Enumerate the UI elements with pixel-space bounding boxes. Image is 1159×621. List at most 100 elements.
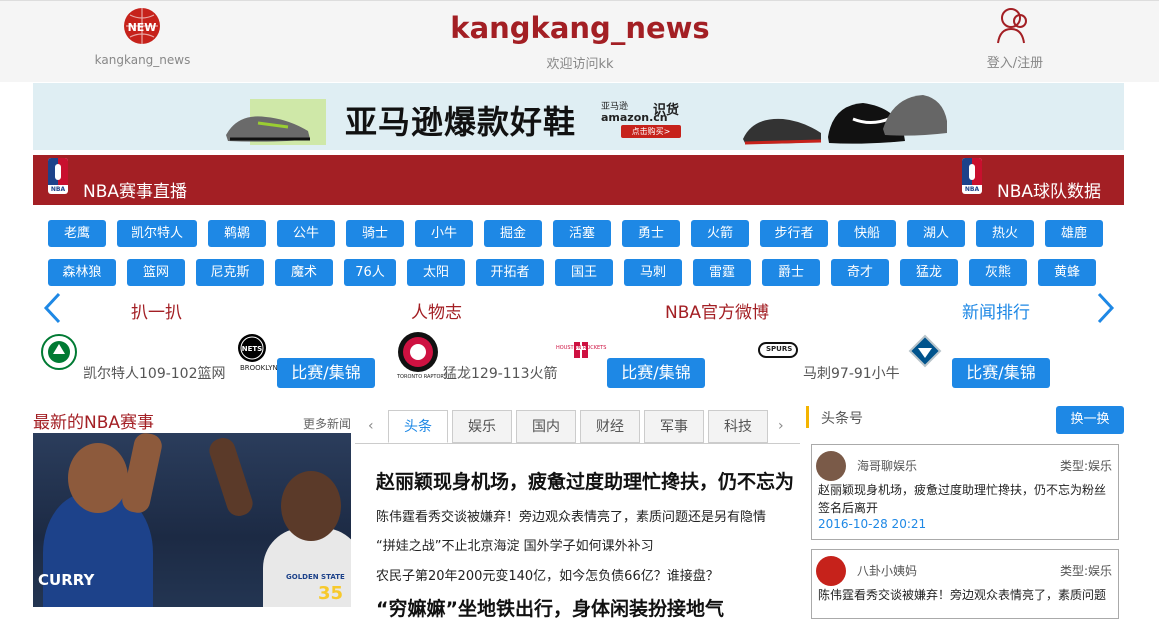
jersey-number: 35 <box>318 583 344 604</box>
tab-tech[interactable]: 科技 <box>708 410 768 443</box>
jersey-curry-text: CURRY <box>38 571 95 589</box>
news-headline[interactable]: 赵丽颖现身机场，疲惫过度助理忙搀扶，仍不忘为 <box>376 467 802 494</box>
team-button[interactable]: 骑士 <box>346 220 404 247</box>
card-text[interactable]: 陈伟霆看秀交谈被嫌弃！旁边观众表情亮了，素质问题 <box>818 586 1114 604</box>
jersey-gsw-text: GOLDEN STATE <box>286 573 345 581</box>
team-button[interactable]: 热火 <box>976 220 1034 247</box>
site-title[interactable]: kangkang_news <box>380 11 780 45</box>
game-highlights-button[interactable]: 比赛/集锦 <box>952 358 1050 388</box>
welcome-text: 欢迎访问kk <box>546 57 614 72</box>
card-author[interactable]: 海哥聊娱乐 <box>857 457 917 474</box>
amazon-badge: 亚马逊 amazon.cn 识货 点击购买> <box>601 99 741 139</box>
team-button[interactable]: 鹈鹕 <box>208 220 266 247</box>
toutiao-accent <box>806 406 809 428</box>
section-link[interactable]: 扒一扒 <box>131 298 182 323</box>
team-button[interactable]: 马刺 <box>624 259 682 286</box>
toutiao-card[interactable]: 海哥聊娱乐 类型:娱乐 赵丽颖现身机场，疲惫过度助理忙搀扶，仍不忘为粉丝签名后离… <box>811 444 1119 540</box>
news-headline-2[interactable]: “穷嫲嫲”坐地铁出行，身体闲装扮接地气 <box>376 594 802 621</box>
hero-image[interactable]: CURRY GOLDEN STATE 35 <box>33 433 351 607</box>
team-button[interactable]: 快船 <box>838 220 896 247</box>
team-button[interactable]: 凯尔特人 <box>117 220 197 247</box>
team-button[interactable]: 步行者 <box>760 220 828 247</box>
team-button[interactable]: 奇才 <box>831 259 889 286</box>
chevron-left-icon[interactable]: ‹ <box>368 418 374 434</box>
news-item[interactable]: 陈伟霆看秀交谈被嫌弃！旁边观众表情亮了，素质问题还是另有隐情 <box>376 506 766 525</box>
card-type: 类型:娱乐 <box>1059 564 1112 578</box>
toutiao-title: 头条号 <box>821 411 863 427</box>
team-button[interactable]: 火箭 <box>691 220 749 247</box>
nba-live-title[interactable]: NBA赛事直播 <box>83 177 187 202</box>
tab-headlines[interactable]: 头条 <box>388 410 448 443</box>
game-score: 马刺97-91小牛 <box>803 366 900 382</box>
team-button[interactable]: 公牛 <box>277 220 335 247</box>
team-button[interactable]: 黄蜂 <box>1038 259 1096 286</box>
tab-finance[interactable]: 财经 <box>580 410 640 443</box>
nba-team-data-title[interactable]: NBA球队数据 <box>997 177 1101 202</box>
section-link[interactable]: NBA官方微博 <box>665 298 769 323</box>
card-type: 类型:娱乐 <box>1059 459 1112 473</box>
raptors-logo-caption: TORONTO RAPTORS <box>397 374 448 380</box>
tab-entertainment[interactable]: 娱乐 <box>452 410 512 443</box>
login-register-link[interactable]: 登入/注册 <box>960 52 1070 71</box>
svg-text:NETS: NETS <box>242 345 262 353</box>
shoe-image-right <box>743 95 947 145</box>
team-button[interactable]: 猛龙 <box>900 259 958 286</box>
team-button[interactable]: 小牛 <box>415 220 473 247</box>
mavericks-logo-icon <box>908 334 942 368</box>
banner-buy-button[interactable]: 点击购买> <box>621 125 681 138</box>
nets-logo-caption: BROOKLYN <box>240 364 278 372</box>
more-news-link[interactable]: 更多新闻 <box>303 415 351 432</box>
team-button[interactable]: 老鹰 <box>48 220 106 247</box>
site-header: NEW kangkang_news kangkang_news 欢迎访问kk 登… <box>0 0 1159 82</box>
nets-logo-icon: NETS <box>238 334 266 362</box>
card-text[interactable]: 赵丽颖现身机场，疲惫过度助理忙搀扶，仍不忘为粉丝签名后离开 <box>818 481 1114 517</box>
section-link[interactable]: 人物志 <box>411 298 462 323</box>
tab-military[interactable]: 军事 <box>644 410 704 443</box>
card-author[interactable]: 八卦小姨妈 <box>857 562 917 579</box>
team-button[interactable]: 爵士 <box>762 259 820 286</box>
news-item[interactable]: 农民子第20年200元变140亿，如今怎负债66亿？谁接盘？ <box>376 565 719 584</box>
logo-label[interactable]: kangkang_news <box>60 53 225 67</box>
game-score: 凯尔特人109-102篮网 <box>83 366 226 382</box>
team-button[interactable]: 太阳 <box>407 259 465 286</box>
team-button[interactable]: 76人 <box>344 259 396 286</box>
shoe-image-left <box>226 99 326 145</box>
news-item[interactable]: “拼娃之战”不止北京海淀 国外学子如何课外补习 <box>376 535 654 554</box>
team-button[interactable]: 国王 <box>555 259 613 286</box>
team-button[interactable]: 湖人 <box>907 220 965 247</box>
section-link[interactable]: 新闻排行 <box>962 298 1030 323</box>
news-logo-icon[interactable]: NEW <box>122 6 162 46</box>
chevron-right-icon[interactable]: › <box>778 418 784 434</box>
team-button[interactable]: 森林狼 <box>48 259 116 286</box>
team-button[interactable]: 掘金 <box>484 220 542 247</box>
tab-domestic[interactable]: 国内 <box>516 410 576 443</box>
game-highlights-button[interactable]: 比赛/集锦 <box>607 358 705 388</box>
raptors-logo-icon <box>398 332 438 372</box>
shihuo-text: 识货 <box>653 103 680 118</box>
team-button[interactable]: 勇士 <box>622 220 680 247</box>
avatar <box>816 451 846 481</box>
team-button[interactable]: 魔术 <box>275 259 333 286</box>
card-date: 2016-10-28 20:21 <box>818 517 927 531</box>
team-button[interactable]: 开拓者 <box>476 259 544 286</box>
news-tabs: ‹ 头条 娱乐 国内 财经 军事 科技 › <box>355 410 800 444</box>
team-button[interactable]: 灰熊 <box>969 259 1027 286</box>
user-icon[interactable] <box>992 5 1036 45</box>
chevron-right-icon[interactable] <box>1095 290 1117 335</box>
team-button[interactable]: 尼克斯 <box>196 259 264 286</box>
nba-logo-icon: NBA <box>962 158 982 194</box>
team-button[interactable]: 篮网 <box>127 259 185 286</box>
logo-badge-text: NEW <box>128 21 157 34</box>
nba-section-bar: NBA NBA赛事直播 NBA NBA球队数据 <box>33 155 1124 205</box>
game-highlights-button[interactable]: 比赛/集锦 <box>277 358 375 388</box>
avatar <box>816 556 846 586</box>
spurs-logo-caption: SPURS <box>766 345 793 353</box>
toutiao-card[interactable]: 八卦小姨妈 类型:娱乐 陈伟霆看秀交谈被嫌弃！旁边观众表情亮了，素质问题 <box>811 549 1119 619</box>
chevron-left-icon[interactable] <box>41 290 63 335</box>
team-button[interactable]: 活塞 <box>553 220 611 247</box>
ad-banner[interactable]: 亚马逊爆款好鞋 亚马逊 amazon.cn 识货 点击购买> <box>33 83 1124 150</box>
team-button[interactable]: 雄鹿 <box>1045 220 1103 247</box>
team-button[interactable]: 雷霆 <box>693 259 751 286</box>
refresh-button[interactable]: 换一换 <box>1056 406 1124 434</box>
nba-logo-icon: NBA <box>48 158 68 194</box>
